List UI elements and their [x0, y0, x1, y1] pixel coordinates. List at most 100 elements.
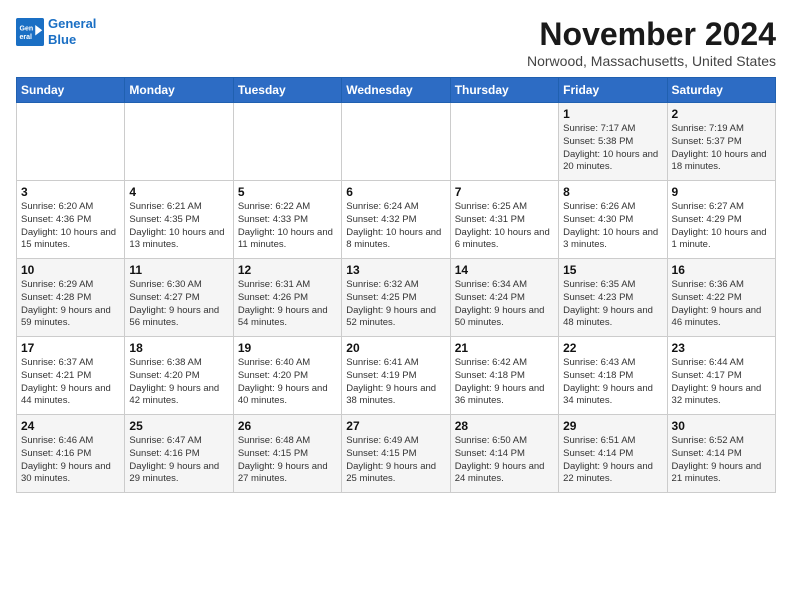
- calendar-cell: 27 Sunrise: 6:49 AM Sunset: 4:15 PM Dayli…: [342, 415, 450, 493]
- calendar-cell: [450, 103, 558, 181]
- day-number: 26: [238, 419, 337, 433]
- day-info: Sunrise: 6:51 AM Sunset: 4:14 PM Dayligh…: [563, 435, 662, 486]
- day-number: 25: [129, 419, 228, 433]
- calendar-week-row: 10Sunrise: 6:29 AM Sunset: 4:28 PM Dayli…: [17, 259, 776, 337]
- calendar-cell: 4 Sunrise: 6:21 AM Sunset: 4:35 PM Daylig…: [125, 181, 233, 259]
- calendar-cell: 25 Sunrise: 6:47 AM Sunset: 4:16 PM Dayli…: [125, 415, 233, 493]
- calendar-cell: 9 Sunrise: 6:27 AM Sunset: 4:29 PM Daylig…: [667, 181, 775, 259]
- calendar-cell: 6 Sunrise: 6:24 AM Sunset: 4:32 PM Daylig…: [342, 181, 450, 259]
- calendar-cell: 26 Sunrise: 6:48 AM Sunset: 4:15 PM Dayli…: [233, 415, 341, 493]
- calendar-cell: 16 Sunrise: 6:36 AM Sunset: 4:22 PM Dayli…: [667, 259, 775, 337]
- calendar-cell: [233, 103, 341, 181]
- day-info: Sunrise: 6:37 AM Sunset: 4:21 PM Dayligh…: [21, 357, 120, 408]
- logo-icon: Gen eral: [16, 18, 44, 46]
- day-info: Sunrise: 7:17 AM Sunset: 5:38 PM Dayligh…: [563, 123, 662, 174]
- day-number: 9: [672, 185, 771, 199]
- day-number: 21: [455, 341, 554, 355]
- day-header-tuesday: Tuesday: [233, 78, 341, 103]
- calendar-cell: 21 Sunrise: 6:42 AM Sunset: 4:18 PM Dayli…: [450, 337, 558, 415]
- calendar-cell: 19 Sunrise: 6:40 AM Sunset: 4:20 PM Dayli…: [233, 337, 341, 415]
- day-info: Sunrise: 6:42 AM Sunset: 4:18 PM Dayligh…: [455, 357, 554, 408]
- day-number: 2: [672, 107, 771, 121]
- day-number: 30: [672, 419, 771, 433]
- calendar-cell: 23 Sunrise: 6:44 AM Sunset: 4:17 PM Dayli…: [667, 337, 775, 415]
- day-info: Sunrise: 6:43 AM Sunset: 4:18 PM Dayligh…: [563, 357, 662, 408]
- calendar-week-row: 17 Sunrise: 6:37 AM Sunset: 4:21 PM Dayli…: [17, 337, 776, 415]
- page-header: Gen eral General Blue November 2024 Norw…: [16, 16, 776, 69]
- day-number: 3: [21, 185, 120, 199]
- calendar-week-row: 1 Sunrise: 7:17 AM Sunset: 5:38 PM Daylig…: [17, 103, 776, 181]
- day-info: Sunrise: 6:52 AM Sunset: 4:14 PM Dayligh…: [672, 435, 771, 486]
- calendar-cell: 8Sunrise: 6:26 AM Sunset: 4:30 PM Daylig…: [559, 181, 667, 259]
- day-info: Sunrise: 6:41 AM Sunset: 4:19 PM Dayligh…: [346, 357, 445, 408]
- day-number: 7: [455, 185, 554, 199]
- calendar-cell: 1 Sunrise: 7:17 AM Sunset: 5:38 PM Daylig…: [559, 103, 667, 181]
- calendar-header-row: SundayMondayTuesdayWednesdayThursdayFrid…: [17, 78, 776, 103]
- day-info: Sunrise: 6:46 AM Sunset: 4:16 PM Dayligh…: [21, 435, 120, 486]
- day-info: Sunrise: 6:32 AM Sunset: 4:25 PM Dayligh…: [346, 279, 445, 330]
- day-number: 11: [129, 263, 228, 277]
- calendar-week-row: 3 Sunrise: 6:20 AM Sunset: 4:36 PM Daylig…: [17, 181, 776, 259]
- day-info: Sunrise: 6:27 AM Sunset: 4:29 PM Dayligh…: [672, 201, 771, 252]
- day-number: 24: [21, 419, 120, 433]
- day-number: 15: [563, 263, 662, 277]
- title-area: November 2024 Norwood, Massachusetts, Un…: [527, 16, 776, 69]
- logo-text: General Blue: [48, 16, 96, 47]
- day-number: 5: [238, 185, 337, 199]
- day-number: 16: [672, 263, 771, 277]
- day-number: 4: [129, 185, 228, 199]
- day-number: 6: [346, 185, 445, 199]
- calendar-cell: 3 Sunrise: 6:20 AM Sunset: 4:36 PM Daylig…: [17, 181, 125, 259]
- calendar-cell: [342, 103, 450, 181]
- day-info: Sunrise: 6:48 AM Sunset: 4:15 PM Dayligh…: [238, 435, 337, 486]
- day-info: Sunrise: 6:49 AM Sunset: 4:15 PM Dayligh…: [346, 435, 445, 486]
- day-number: 1: [563, 107, 662, 121]
- day-header-thursday: Thursday: [450, 78, 558, 103]
- day-info: Sunrise: 6:50 AM Sunset: 4:14 PM Dayligh…: [455, 435, 554, 486]
- calendar-cell: 24 Sunrise: 6:46 AM Sunset: 4:16 PM Dayli…: [17, 415, 125, 493]
- day-info: Sunrise: 6:47 AM Sunset: 4:16 PM Dayligh…: [129, 435, 228, 486]
- day-info: Sunrise: 6:30 AM Sunset: 4:27 PM Dayligh…: [129, 279, 228, 330]
- calendar-cell: 17 Sunrise: 6:37 AM Sunset: 4:21 PM Dayli…: [17, 337, 125, 415]
- day-number: 10: [21, 263, 120, 277]
- day-info: Sunrise: 6:36 AM Sunset: 4:22 PM Dayligh…: [672, 279, 771, 330]
- day-info: Sunrise: 6:35 AM Sunset: 4:23 PM Dayligh…: [563, 279, 662, 330]
- month-title: November 2024: [527, 16, 776, 53]
- day-info: Sunrise: 6:21 AM Sunset: 4:35 PM Dayligh…: [129, 201, 228, 252]
- day-info: Sunrise: 6:38 AM Sunset: 4:20 PM Dayligh…: [129, 357, 228, 408]
- calendar-cell: 22 Sunrise: 6:43 AM Sunset: 4:18 PM Dayli…: [559, 337, 667, 415]
- calendar-cell: 12 Sunrise: 6:31 AM Sunset: 4:26 PM Dayli…: [233, 259, 341, 337]
- day-number: 8: [563, 185, 662, 199]
- day-header-wednesday: Wednesday: [342, 78, 450, 103]
- day-number: 22: [563, 341, 662, 355]
- day-number: 12: [238, 263, 337, 277]
- calendar-cell: [17, 103, 125, 181]
- day-number: 14: [455, 263, 554, 277]
- calendar-cell: 29 Sunrise: 6:51 AM Sunset: 4:14 PM Dayli…: [559, 415, 667, 493]
- location-title: Norwood, Massachusetts, United States: [527, 53, 776, 69]
- calendar-cell: 2Sunrise: 7:19 AM Sunset: 5:37 PM Daylig…: [667, 103, 775, 181]
- day-header-monday: Monday: [125, 78, 233, 103]
- day-header-friday: Friday: [559, 78, 667, 103]
- calendar-cell: 10Sunrise: 6:29 AM Sunset: 4:28 PM Dayli…: [17, 259, 125, 337]
- calendar-table: SundayMondayTuesdayWednesdayThursdayFrid…: [16, 77, 776, 493]
- day-number: 29: [563, 419, 662, 433]
- calendar-cell: 7Sunrise: 6:25 AM Sunset: 4:31 PM Daylig…: [450, 181, 558, 259]
- day-info: Sunrise: 6:44 AM Sunset: 4:17 PM Dayligh…: [672, 357, 771, 408]
- day-info: Sunrise: 6:31 AM Sunset: 4:26 PM Dayligh…: [238, 279, 337, 330]
- day-number: 19: [238, 341, 337, 355]
- day-header-saturday: Saturday: [667, 78, 775, 103]
- day-info: Sunrise: 6:24 AM Sunset: 4:32 PM Dayligh…: [346, 201, 445, 252]
- calendar-cell: 5Sunrise: 6:22 AM Sunset: 4:33 PM Daylig…: [233, 181, 341, 259]
- day-number: 27: [346, 419, 445, 433]
- calendar-cell: 11 Sunrise: 6:30 AM Sunset: 4:27 PM Dayli…: [125, 259, 233, 337]
- calendar-cell: [125, 103, 233, 181]
- day-number: 23: [672, 341, 771, 355]
- calendar-cell: 13Sunrise: 6:32 AM Sunset: 4:25 PM Dayli…: [342, 259, 450, 337]
- day-number: 17: [21, 341, 120, 355]
- day-number: 20: [346, 341, 445, 355]
- calendar-cell: 30 Sunrise: 6:52 AM Sunset: 4:14 PM Dayli…: [667, 415, 775, 493]
- logo: Gen eral General Blue: [16, 16, 96, 47]
- day-info: Sunrise: 6:40 AM Sunset: 4:20 PM Dayligh…: [238, 357, 337, 408]
- day-info: Sunrise: 6:20 AM Sunset: 4:36 PM Dayligh…: [21, 201, 120, 252]
